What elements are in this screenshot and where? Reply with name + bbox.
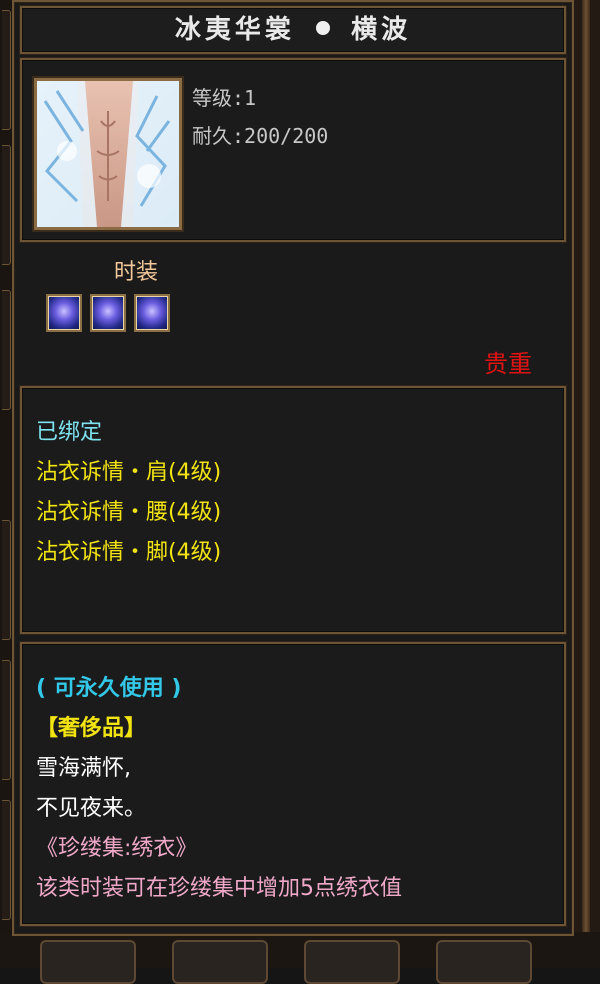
effect-line: 沾衣诉情・肩(4级) [36,460,222,485]
description-box: ( 可永久使用 ) 【奢侈品】 雪海满怀, 不见夜来。 《珍缕集:绣衣》 该类时… [20,642,566,926]
item-variant: 横波 [351,15,412,45]
edge-slot [2,10,11,130]
item-level: 等级:1 [192,86,257,110]
gem-socket-icon [90,294,126,332]
gem-socket-icon [46,294,82,332]
edge-slot [2,520,11,640]
collection-name: 《珍缕集:绣衣》 [36,836,198,861]
edge-slot [2,800,11,920]
item-name: 冰夷华裳 [174,15,295,45]
underlying-toolbar [0,932,600,984]
border-rail [582,0,590,968]
underlying-slot-button[interactable] [172,940,268,984]
gem-socket-icon [134,294,170,332]
flavor-text: 不见夜来。 [36,796,147,821]
item-info-box: 等级:1 耐久:200/200 [20,58,566,242]
item-type: 时装 [114,260,159,285]
underlying-slot-button[interactable] [436,940,532,984]
edge-slot [2,290,11,410]
fashion-outfit-icon [37,81,179,227]
effect-line: 沾衣诉情・脚(4级) [36,540,222,565]
item-icon [34,78,182,230]
effect-line: 沾衣诉情・腰(4级) [36,500,222,525]
window-left-edge [0,0,12,968]
binding-box: 已绑定 沾衣诉情・肩(4级) 沾衣诉情・腰(4级) 沾衣诉情・脚(4级) [20,386,566,634]
item-durability: 耐久:200/200 [192,124,329,148]
item-title: 冰夷华裳 横波 [22,8,564,52]
underlying-slot-button[interactable] [40,940,136,984]
underlying-slot-button[interactable] [304,940,400,984]
rarity-label: 贵重 [484,350,532,378]
flavor-text: 雪海满怀, [36,756,131,781]
usage-note: ( 可永久使用 ) [36,676,182,701]
separator-dot-icon [316,20,330,35]
edge-slot [2,660,11,780]
collection-note: 该类时装可在珍缕集中增加5点绣衣值 [36,876,402,901]
tooltip-title-bar: 冰夷华裳 横波 [20,6,566,54]
category-tag: 【奢侈品】 [36,716,147,741]
item-tooltip: 冰夷华裳 横波 等级:1 耐久:200/200 时装 贵重 已绑定 沾衣诉情・肩… [12,0,574,936]
bound-status: 已绑定 [36,420,103,445]
edge-slot [2,145,11,265]
window-right-border [572,0,600,968]
